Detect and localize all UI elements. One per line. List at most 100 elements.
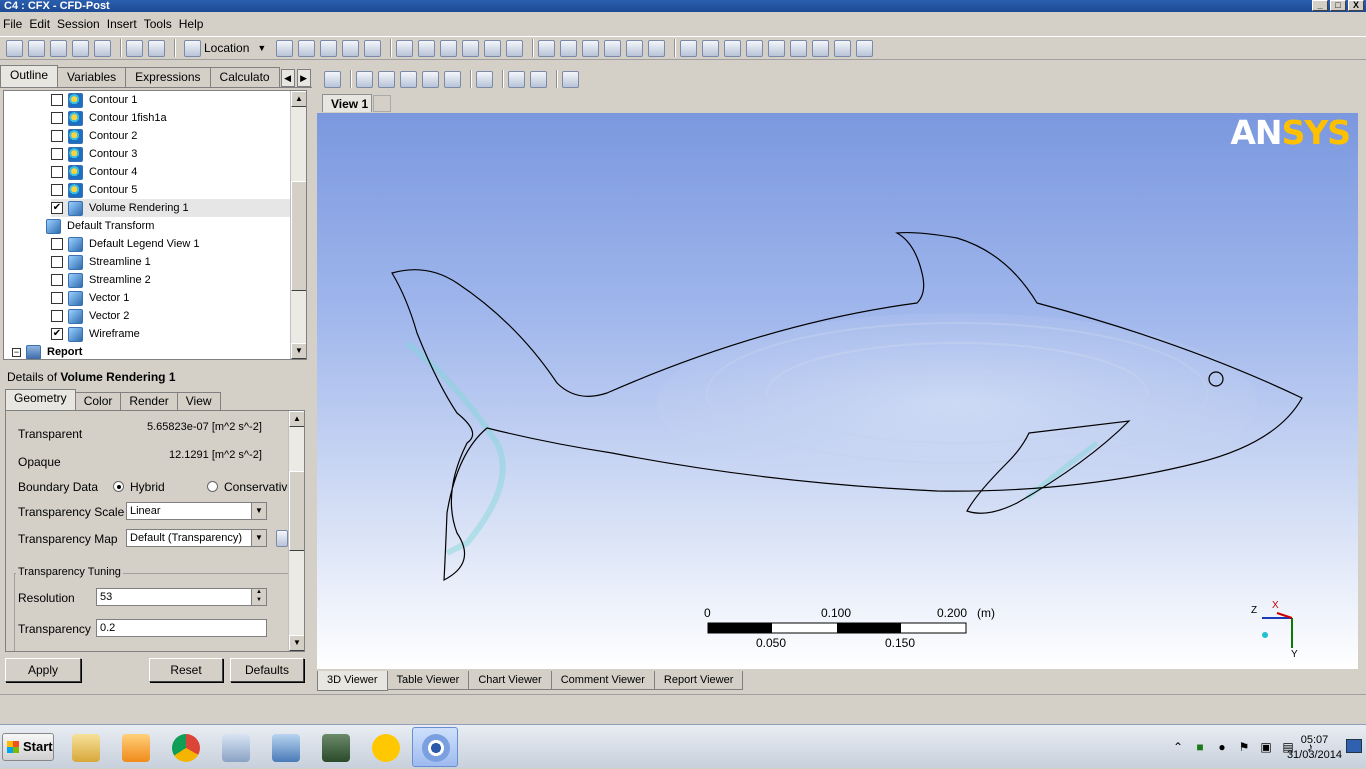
particle-track-icon[interactable]: [342, 39, 360, 57]
legend-tool-icon[interactable]: [440, 39, 458, 57]
checkbox-icon[interactable]: [51, 148, 63, 160]
refresh-icon[interactable]: [72, 39, 89, 57]
new-case-icon[interactable]: [6, 39, 23, 57]
tree-item[interactable]: ✔ Wireframe: [51, 325, 140, 343]
menu-file[interactable]: File: [2, 17, 28, 31]
scroll-down-icon[interactable]: ▼: [289, 635, 304, 651]
mesh-calculator-icon[interactable]: [812, 39, 830, 57]
text-tool-icon[interactable]: [396, 39, 414, 57]
select-icon[interactable]: [324, 70, 341, 88]
checkbox-icon[interactable]: [51, 130, 63, 142]
zoom-fit-icon[interactable]: [444, 70, 461, 88]
tab-outline[interactable]: Outline: [0, 65, 59, 87]
spin-down-icon[interactable]: ▼: [251, 597, 266, 605]
cfd-post-icon[interactable]: [412, 727, 458, 767]
show-desktop-button[interactable]: [1346, 739, 1362, 753]
hybrid-radio[interactable]: Hybrid: [113, 480, 165, 494]
tab-table-viewer[interactable]: Table Viewer: [386, 671, 470, 690]
menu-session[interactable]: Session: [56, 17, 106, 31]
rotate-icon[interactable]: [356, 70, 373, 88]
tab-scroll-left-icon[interactable]: ◀: [280, 69, 295, 87]
tab-variables[interactable]: Variables: [57, 67, 127, 87]
pan-icon[interactable]: [378, 70, 395, 88]
tab-geometry[interactable]: Geometry: [5, 389, 76, 410]
maximize-button[interactable]: □: [1330, 0, 1346, 11]
chrome-icon[interactable]: [162, 727, 208, 767]
contour-tool-icon[interactable]: [298, 39, 316, 57]
tree-item-report[interactable]: − Report: [12, 343, 82, 359]
volume-rendering-tool-icon[interactable]: [364, 39, 382, 57]
checkbox-icon[interactable]: [51, 292, 63, 304]
tree-item[interactable]: Vector 1: [51, 289, 129, 307]
scroll-up-icon[interactable]: ▲: [291, 91, 306, 107]
tab-report-viewer[interactable]: Report Viewer: [653, 671, 744, 690]
checkbox-icon[interactable]: [51, 256, 63, 268]
tree-item[interactable]: Contour 4: [51, 163, 137, 181]
tab-color[interactable]: Color: [74, 392, 122, 410]
zoom-icon[interactable]: [400, 70, 417, 88]
details-scrollbar[interactable]: ▲ ▼: [288, 411, 304, 651]
tree-item[interactable]: Default Transform: [46, 217, 154, 235]
scroll-up-icon[interactable]: ▲: [289, 411, 304, 427]
scroll-thumb[interactable]: [291, 181, 306, 291]
figure-tool-icon[interactable]: [648, 39, 666, 57]
tab-view[interactable]: View: [176, 392, 221, 410]
tree-scrollbar[interactable]: ▲ ▼: [290, 91, 306, 359]
taskbar-clock[interactable]: 05:07 31/03/2014: [1287, 733, 1342, 763]
checkbox-icon[interactable]: [51, 112, 63, 124]
action-center-flag-icon[interactable]: ⚑: [1236, 739, 1252, 755]
transparency-scale-select[interactable]: Linear ▼: [126, 502, 267, 520]
clip-plane-icon[interactable]: [484, 39, 502, 57]
transparency-input[interactable]: 0.2: [96, 619, 267, 637]
menu-insert[interactable]: Insert: [106, 17, 143, 31]
3d-viewport[interactable]: ANSYS 0 0.100 0.200 (m) 0.050 0.150 Z X …: [317, 113, 1358, 669]
tab-chart-viewer[interactable]: Chart Viewer: [468, 671, 552, 690]
case-comparison-icon[interactable]: [834, 39, 852, 57]
tree-item[interactable]: Contour 1: [51, 91, 137, 109]
checkbox-icon[interactable]: [51, 94, 63, 106]
function-calculator-icon[interactable]: [768, 39, 786, 57]
probe-icon[interactable]: [746, 39, 764, 57]
tree-item[interactable]: Streamline 2: [51, 271, 151, 289]
new-view-tab[interactable]: [373, 95, 391, 112]
viewer-options-icon[interactable]: [562, 70, 579, 88]
tray-app-icon[interactable]: ■: [1192, 739, 1208, 755]
menu-help[interactable]: Help: [178, 17, 210, 31]
checkbox-checked-icon[interactable]: ✔: [51, 202, 63, 214]
transform-tool-icon[interactable]: [462, 39, 480, 57]
system-monitor-icon[interactable]: [312, 727, 358, 767]
expand-toggle-icon[interactable]: −: [12, 347, 21, 357]
spin-up-icon[interactable]: ▲: [251, 589, 266, 597]
timestep-icon[interactable]: [680, 39, 698, 57]
edit-map-icon[interactable]: [276, 530, 288, 547]
menu-edit[interactable]: Edit: [28, 17, 56, 31]
close-button[interactable]: X: [1348, 0, 1364, 11]
table-tool-icon[interactable]: [582, 39, 600, 57]
comment-tool-icon[interactable]: [626, 39, 644, 57]
scroll-thumb[interactable]: [289, 471, 304, 551]
reset-button[interactable]: Reset: [149, 658, 223, 682]
expression-tool-icon[interactable]: [560, 39, 578, 57]
conservative-radio[interactable]: Conservative: [207, 480, 294, 494]
macro-calculator-icon[interactable]: [790, 39, 808, 57]
calculator-icon[interactable]: [212, 727, 258, 767]
screenshot-icon[interactable]: [94, 39, 111, 57]
file-explorer-icon[interactable]: [62, 727, 108, 767]
redo-icon[interactable]: [148, 39, 165, 57]
open-state-icon[interactable]: [28, 39, 45, 57]
show-hidden-icons-icon[interactable]: ⌃: [1170, 739, 1186, 755]
checkbox-icon[interactable]: [51, 184, 63, 196]
remote-desktop-icon[interactable]: [262, 727, 308, 767]
menu-tools[interactable]: Tools: [143, 17, 178, 31]
command-editor-icon[interactable]: [856, 39, 874, 57]
checkbox-icon[interactable]: [51, 166, 63, 178]
fit-view-icon[interactable]: [476, 70, 493, 88]
save-state-icon[interactable]: [50, 39, 67, 57]
media-player-icon[interactable]: [112, 727, 158, 767]
tray-security-icon[interactable]: ●: [1214, 739, 1230, 755]
transparency-map-select[interactable]: Default (Transparency) ▼: [126, 529, 267, 547]
checkbox-icon[interactable]: [51, 310, 63, 322]
tab-calculators[interactable]: Calculato: [209, 67, 280, 87]
checkbox-icon[interactable]: [51, 238, 63, 250]
chart-tool-icon[interactable]: [604, 39, 622, 57]
